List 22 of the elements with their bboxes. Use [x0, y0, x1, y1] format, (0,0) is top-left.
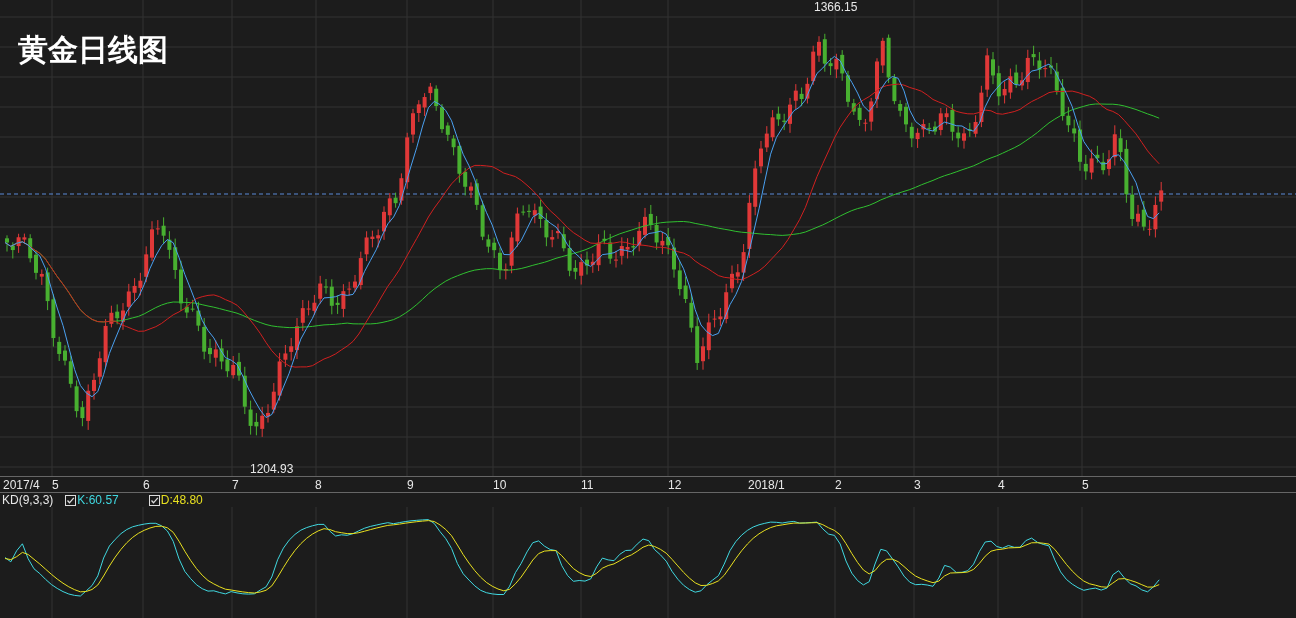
axis-label: 7 — [232, 478, 239, 492]
axis-label: 12 — [668, 478, 682, 492]
axis-label: 4 — [998, 478, 1005, 492]
axis-label: 6 — [143, 478, 150, 492]
indicator-value: D:48.80 — [160, 493, 203, 507]
axis-label: 3 — [914, 478, 921, 492]
axis-label: 5 — [1082, 478, 1089, 492]
indicator-value: K:60.57 — [77, 493, 119, 507]
high-price-label: 1366.15 — [814, 0, 858, 14]
axis-label: 2017/4 — [3, 478, 40, 492]
axis-label: 2 — [835, 478, 842, 492]
axis-label: 9 — [407, 478, 414, 492]
axis-label: 2018/1 — [748, 478, 785, 492]
axis-label: 10 — [493, 478, 507, 492]
checkbox[interactable] — [65, 494, 77, 506]
indicator-label: KD(9,3,3) — [2, 493, 54, 507]
axis-label: 8 — [315, 478, 322, 492]
low-price-label: 1204.93 — [250, 462, 294, 476]
checkbox[interactable] — [148, 494, 160, 506]
axis-label: 5 — [52, 478, 59, 492]
chart-title: 黄金日线图 — [18, 31, 168, 69]
axis-label: 11 — [581, 478, 594, 492]
